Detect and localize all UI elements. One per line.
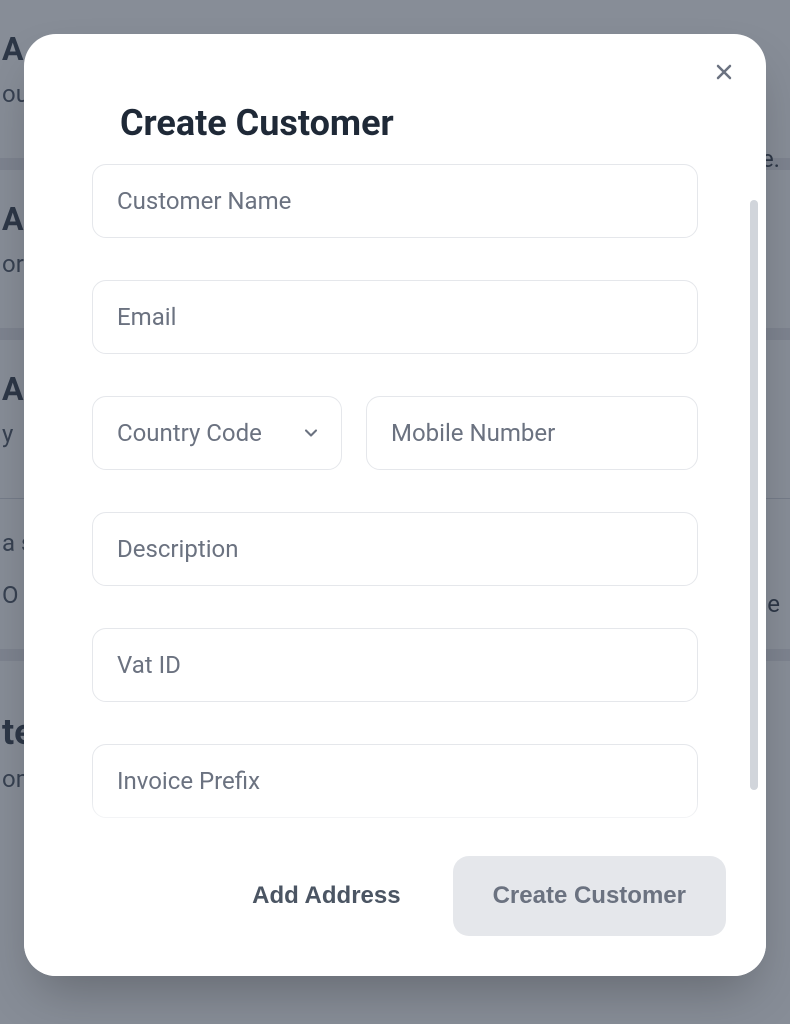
add-address-button[interactable]: Add Address [240,862,412,930]
create-customer-button[interactable]: Create Customer [453,856,726,936]
close-button[interactable] [710,58,738,86]
close-icon [712,60,736,84]
vat-id-input[interactable] [92,628,698,702]
mobile-number-input[interactable] [366,396,698,470]
create-customer-modal: Create Customer Country Code Add Address… [24,34,766,976]
description-input[interactable] [92,512,698,586]
modal-body: Country Code [24,164,766,828]
invoice-prefix-input[interactable] [92,744,698,818]
country-code-select[interactable]: Country Code [92,396,342,470]
phone-row: Country Code [92,396,698,470]
chevron-down-icon [301,423,321,443]
modal-footer: Add Address Create Customer [24,828,766,976]
modal-title: Create Customer [52,62,738,164]
modal-header: Create Customer [24,34,766,164]
country-code-label: Country Code [117,419,262,447]
customer-name-input[interactable] [92,164,698,238]
email-input[interactable] [92,280,698,354]
